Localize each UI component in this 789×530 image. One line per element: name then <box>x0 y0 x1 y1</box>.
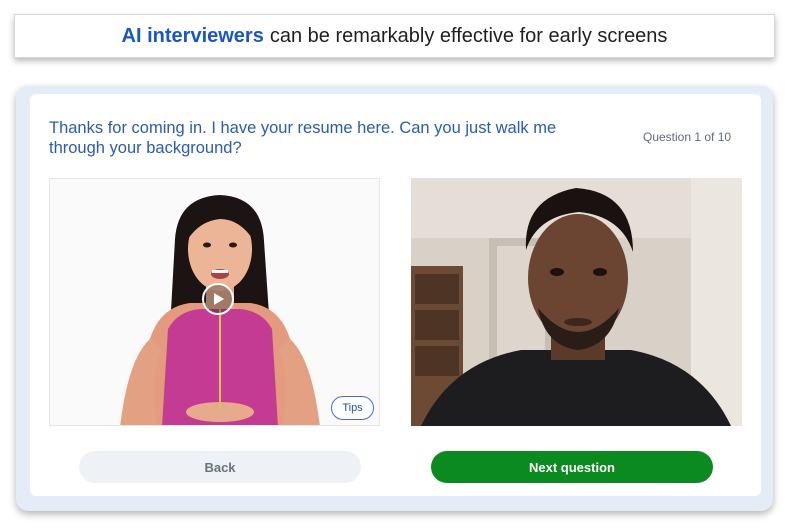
play-button[interactable] <box>202 283 234 315</box>
interview-question: Thanks for coming in. I have your resume… <box>49 119 557 157</box>
next-question-button[interactable]: Next question <box>431 451 713 483</box>
play-icon <box>214 293 224 305</box>
tips-button[interactable]: Tips <box>331 396 374 420</box>
headline-text: can be remarkably effective for early sc… <box>269 24 668 47</box>
candidate-video <box>411 178 742 426</box>
headline-highlight: AI interviewers <box>121 24 264 47</box>
headline-banner: AI interviewers can be remarkably effect… <box>14 14 775 58</box>
candidate-camera-image <box>411 178 742 426</box>
question-counter: Question 1 of 10 <box>643 130 732 144</box>
back-button[interactable]: Back <box>79 451 361 483</box>
